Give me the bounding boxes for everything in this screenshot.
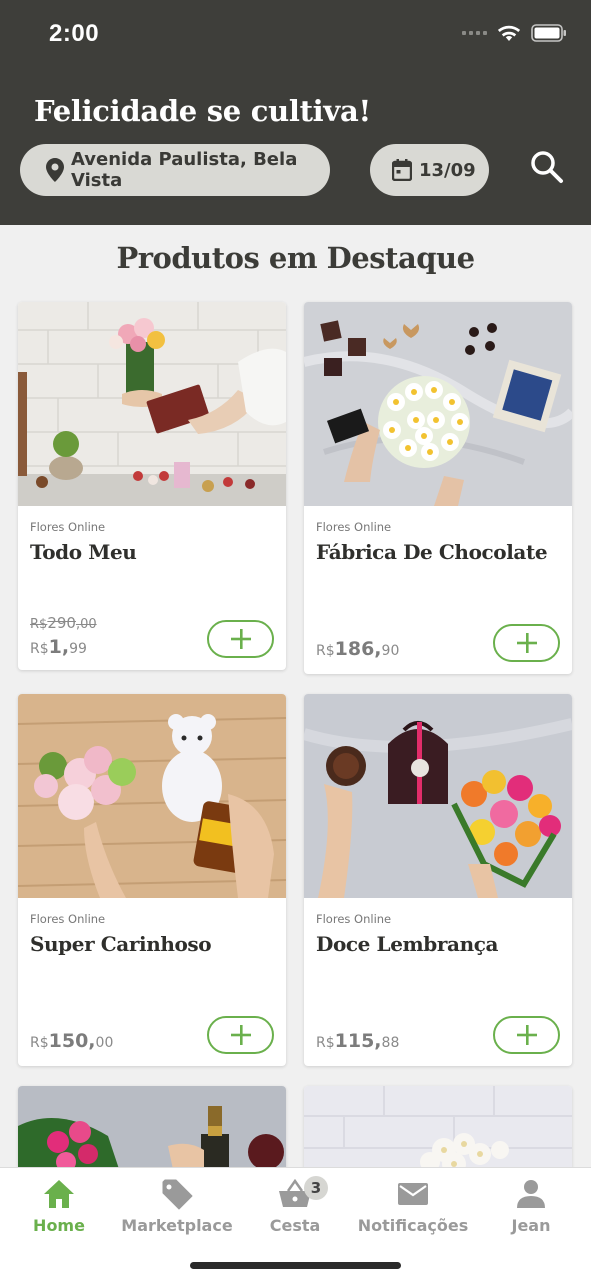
nav-item-marketplace[interactable]: Marketplace [118, 1174, 236, 1235]
product-image [304, 302, 572, 506]
mail-icon [398, 1183, 428, 1205]
nav-label: Notificações [357, 1216, 469, 1235]
product-brand: Flores Online [30, 520, 106, 534]
old-price-currency: R$ [30, 617, 48, 632]
add-to-cart-button[interactable] [493, 1016, 560, 1054]
price-dec: 99 [69, 641, 87, 657]
price-int: 1, [48, 636, 70, 658]
status-icons [462, 24, 567, 42]
nav-label: Jean [511, 1216, 551, 1235]
price-dec: 88 [381, 1035, 400, 1051]
old-price-dec: ,00 [75, 617, 97, 632]
price-int: 115, [334, 1030, 382, 1052]
app-header: 2:00 Felicidade se cultiva! Avenida Paul… [0, 0, 591, 225]
add-to-cart-button[interactable] [207, 620, 274, 658]
product-card-fabrica-de-chocolate[interactable]: Flores Online Fábrica De Chocolate R$186… [304, 302, 572, 674]
product-image [18, 694, 286, 898]
date-label: 13/09 [419, 159, 476, 181]
product-price: R$115,88 [316, 1030, 399, 1052]
product-brand: Flores Online [316, 520, 392, 534]
date-selector[interactable]: 13/09 [370, 144, 489, 196]
nav-item-notificacoes[interactable]: Notificações [354, 1174, 472, 1235]
search-button[interactable] [527, 147, 567, 187]
location-selector[interactable]: Avenida Paulista, Bela Vista [20, 144, 330, 196]
nav-label: Home [33, 1216, 85, 1235]
product-name: Fábrica De Chocolate [316, 540, 548, 564]
home-indicator [190, 1262, 401, 1269]
nav-label: Marketplace [121, 1216, 233, 1235]
price-dec: 00 [95, 1035, 114, 1051]
plus-icon [230, 629, 251, 649]
product-price: R$150,00 [30, 1030, 113, 1052]
old-price-int: 290 [47, 614, 76, 632]
section-title: Produtos em Destaque [116, 241, 475, 275]
price-int: 150, [48, 1030, 96, 1052]
location-pin-icon [46, 158, 64, 182]
location-label: Avenida Paulista, Bela Vista [71, 149, 298, 191]
product-card-todo-meu[interactable]: Flores Online Todo Meu R$290,00 R$1,99 [18, 302, 286, 670]
nav-label: Cesta [269, 1216, 321, 1235]
cart-count-badge: 3 [304, 1176, 328, 1200]
calendar-icon [392, 159, 412, 181]
price-currency: R$ [30, 1035, 49, 1051]
product-name: Doce Lembrança [316, 932, 499, 956]
product-image [18, 302, 286, 506]
product-image [304, 694, 572, 898]
tagline: Felicidade se cultiva! [34, 94, 371, 128]
product-card-doce-lembranca[interactable]: Flores Online Doce Lembrança R$115,88 [304, 694, 572, 1066]
price-dec: 90 [381, 643, 400, 659]
cellular-signal-icon [462, 31, 487, 35]
status-time: 2:00 [49, 20, 100, 47]
user-icon [517, 1180, 545, 1208]
nav-item-home[interactable]: Home [0, 1174, 118, 1235]
price-currency: R$ [316, 643, 335, 659]
price-currency: R$ [30, 641, 49, 657]
search-icon [531, 151, 563, 183]
tag-icon [162, 1179, 193, 1210]
product-price: R$1,99 [30, 636, 87, 658]
home-icon [44, 1180, 74, 1208]
product-old-price: R$290,00 [30, 614, 97, 632]
product-card-super-carinhoso[interactable]: Flores Online Super Carinhoso R$150,00 [18, 694, 286, 1066]
nav-item-profile[interactable]: Jean [472, 1174, 590, 1235]
plus-icon [516, 1025, 537, 1045]
price-currency: R$ [316, 1035, 335, 1051]
add-to-cart-button[interactable] [493, 624, 560, 662]
plus-icon [516, 633, 537, 653]
plus-icon [230, 1025, 251, 1045]
battery-icon [531, 24, 566, 42]
price-int: 186, [334, 638, 382, 660]
add-to-cart-button[interactable] [207, 1016, 274, 1054]
product-brand: Flores Online [316, 912, 392, 926]
product-price: R$186,90 [316, 638, 399, 660]
product-name: Super Carinhoso [30, 932, 212, 956]
product-brand: Flores Online [30, 912, 106, 926]
wifi-icon [497, 25, 521, 41]
nav-item-cesta[interactable]: 3 Cesta [236, 1174, 354, 1235]
product-name: Todo Meu [30, 540, 137, 564]
